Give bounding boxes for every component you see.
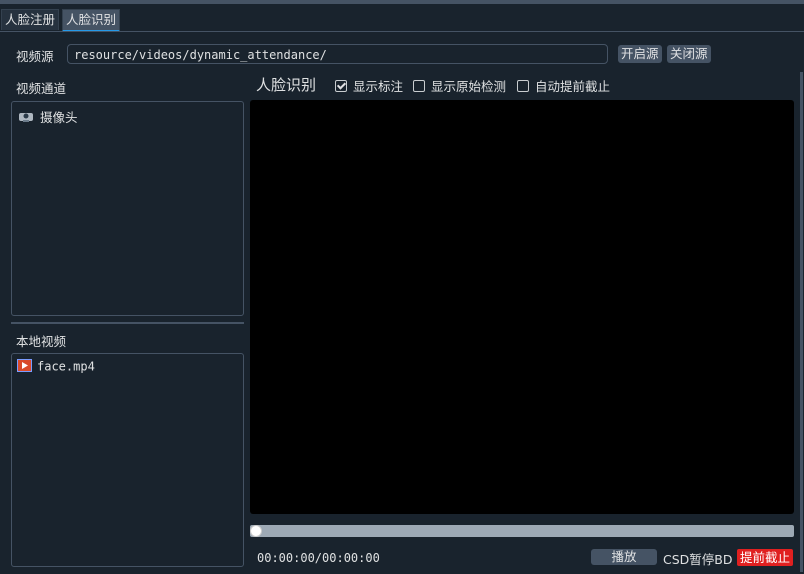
channel-label: 摄像头 xyxy=(40,110,78,125)
local-video-list[interactable]: face.mp4 xyxy=(11,353,244,567)
window-top-border xyxy=(0,0,804,4)
channels-title: 视频通道 xyxy=(16,81,67,96)
recognition-title: 人脸识别 xyxy=(256,76,317,94)
close-source-button[interactable]: 关闭源 xyxy=(667,45,711,63)
timecode-display: 00:00:00/00:00:00 xyxy=(257,551,380,565)
source-label: 视频源 xyxy=(16,49,54,64)
channel-list[interactable]: 摄像头 xyxy=(11,101,244,316)
show-annotation-checkbox[interactable]: 显示标注 xyxy=(335,76,403,95)
checkbox-box[interactable] xyxy=(413,79,425,92)
show-raw-detection-checkbox[interactable]: 显示原始检测 xyxy=(413,76,506,95)
video-display xyxy=(250,100,794,514)
source-path-input[interactable]: resource/videos/dynamic_attendance/ xyxy=(67,44,608,64)
tab-divider xyxy=(0,31,804,32)
tab-face-recognition[interactable]: 人脸识别 xyxy=(62,9,121,32)
video-file-icon xyxy=(17,359,32,375)
webcam-icon xyxy=(18,111,34,126)
tab-face-register[interactable]: 人脸注册 xyxy=(1,9,60,30)
vertical-scrollbar[interactable] xyxy=(800,72,803,572)
local-videos-title: 本地视频 xyxy=(16,334,67,349)
early-stop-button[interactable]: 提前截止 xyxy=(737,549,793,566)
auto-stop-checkbox[interactable]: 自动提前截止 xyxy=(517,76,610,95)
list-item[interactable]: 摄像头 xyxy=(18,107,78,126)
open-source-button[interactable]: 开启源 xyxy=(618,45,662,63)
checkbox-label: 自动提前截止 xyxy=(535,79,611,94)
playback-progress-bar[interactable] xyxy=(250,525,794,537)
pause-button[interactable]: CSD暂停BD xyxy=(663,549,733,568)
video-file-label: face.mp4 xyxy=(37,359,95,374)
checkbox-label: 显示标注 xyxy=(353,79,404,94)
checkbox-box[interactable] xyxy=(517,79,529,92)
main-tab-bar: 人脸注册 人脸识别 xyxy=(0,8,804,32)
list-item[interactable]: face.mp4 xyxy=(17,359,95,375)
checkbox-label: 显示原始检测 xyxy=(431,79,507,94)
progress-handle[interactable] xyxy=(250,525,262,537)
panel-splitter[interactable] xyxy=(11,322,244,324)
checkbox-box[interactable] xyxy=(335,79,347,92)
play-button[interactable]: 播放 xyxy=(591,549,657,565)
